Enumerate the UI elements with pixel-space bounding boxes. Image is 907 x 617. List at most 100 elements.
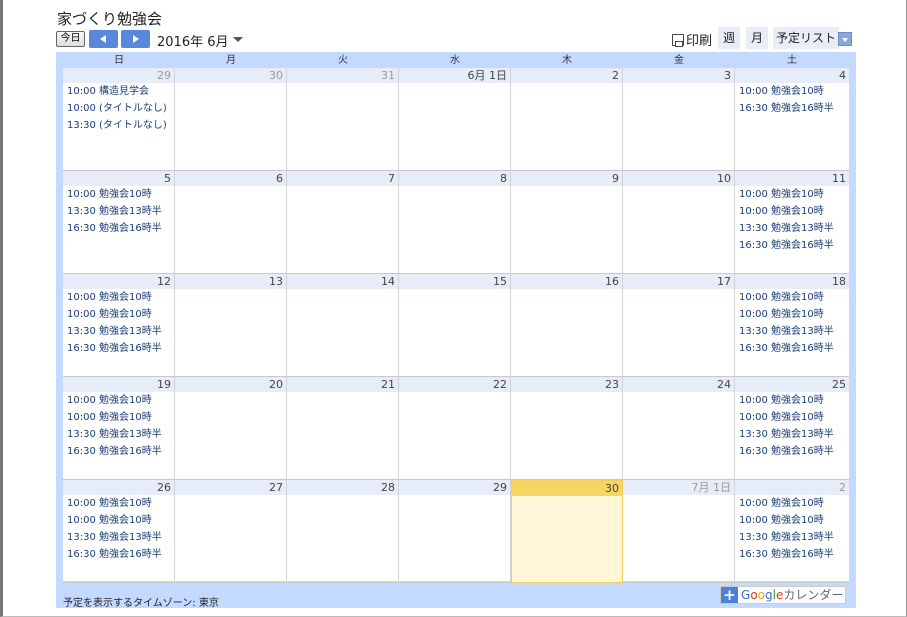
event-item[interactable]: 13:30 勉強会13時半: [735, 323, 849, 340]
event-item[interactable]: 13:30 勉強会13時半: [63, 203, 174, 220]
event-item[interactable]: 10:00 構造見学会: [63, 83, 174, 100]
event-item[interactable]: 10:00 勉強会10時: [735, 83, 849, 100]
day-cell[interactable]: 8: [399, 171, 511, 274]
day-cell[interactable]: 5 10:00 勉強会10時 13:30 勉強会13時半 16:30 勉強会16時半: [63, 171, 175, 274]
day-number[interactable]: 19: [63, 377, 174, 392]
day-number[interactable]: 6: [175, 171, 286, 186]
day-cell[interactable]: 16: [511, 274, 623, 377]
event-item[interactable]: 13:30 (タイトルなし): [63, 117, 174, 134]
event-item[interactable]: 10:00 勉強会10時: [63, 495, 174, 512]
view-week-tab[interactable]: 週: [718, 27, 740, 49]
event-item[interactable]: 13:30 勉強会13時半: [735, 220, 849, 237]
day-number[interactable]: 15: [399, 274, 510, 289]
day-number[interactable]: 26: [63, 480, 174, 495]
event-item[interactable]: 10:00 勉強会10時: [735, 289, 849, 306]
event-item[interactable]: 16:30 勉強会16時半: [735, 340, 849, 357]
event-item[interactable]: 16:30 勉強会16時半: [63, 340, 174, 357]
day-number[interactable]: 11: [735, 171, 849, 186]
day-number[interactable]: 23: [511, 377, 622, 392]
day-cell-today[interactable]: 30: [511, 480, 623, 583]
view-menu-dropdown-icon[interactable]: [838, 32, 852, 46]
day-cell[interactable]: 3: [623, 68, 735, 171]
day-cell[interactable]: 2: [511, 68, 623, 171]
day-number[interactable]: 27: [175, 480, 286, 495]
day-number[interactable]: 10: [623, 171, 734, 186]
day-cell[interactable]: 13: [175, 274, 287, 377]
today-button[interactable]: 今日: [56, 31, 85, 47]
day-cell[interactable]: 21: [287, 377, 399, 480]
event-item[interactable]: 10:00 勉強会10時: [63, 186, 174, 203]
day-number[interactable]: 14: [287, 274, 398, 289]
day-number[interactable]: 25: [735, 377, 849, 392]
day-cell[interactable]: 7月 1日: [623, 480, 735, 583]
day-number[interactable]: 28: [287, 480, 398, 495]
event-item[interactable]: 10:00 勉強会10時: [735, 392, 849, 409]
event-item[interactable]: 13:30 勉強会13時半: [735, 426, 849, 443]
view-month-tab[interactable]: 月: [746, 27, 768, 49]
day-number[interactable]: 24: [623, 377, 734, 392]
date-picker-caret-icon[interactable]: [233, 37, 243, 42]
day-cell[interactable]: 6: [175, 171, 287, 274]
event-item[interactable]: 16:30 勉強会16時半: [735, 546, 849, 563]
day-cell[interactable]: 22: [399, 377, 511, 480]
event-item[interactable]: 10:00 勉強会10時: [735, 495, 849, 512]
event-item[interactable]: 10:00 勉強会10時: [735, 409, 849, 426]
day-number[interactable]: 12: [63, 274, 174, 289]
event-item[interactable]: 10:00 勉強会10時: [63, 409, 174, 426]
day-number[interactable]: 8: [399, 171, 510, 186]
day-number[interactable]: 22: [399, 377, 510, 392]
day-cell[interactable]: 26 10:00 勉強会10時 10:00 勉強会10時 13:30 勉強会13時半 1…: [63, 480, 175, 583]
day-cell[interactable]: 20: [175, 377, 287, 480]
next-month-button[interactable]: [121, 30, 150, 48]
event-item[interactable]: 10:00 勉強会10時: [735, 512, 849, 529]
day-cell[interactable]: 27: [175, 480, 287, 583]
day-number[interactable]: 31: [287, 68, 398, 83]
event-item[interactable]: 16:30 勉強会16時半: [735, 100, 849, 117]
event-item[interactable]: 10:00 勉強会10時: [63, 512, 174, 529]
day-number[interactable]: 6月 1日: [399, 68, 510, 83]
day-number[interactable]: 29: [63, 68, 174, 83]
day-number[interactable]: 17: [623, 274, 734, 289]
day-number[interactable]: 5: [63, 171, 174, 186]
print-button[interactable]: 印刷: [672, 30, 712, 49]
event-item[interactable]: 10:00 勉強会10時: [63, 289, 174, 306]
event-item[interactable]: 10:00 勉強会10時: [735, 203, 849, 220]
day-cell[interactable]: 4 10:00 勉強会10時 16:30 勉強会16時半: [735, 68, 849, 171]
day-cell[interactable]: 29: [399, 480, 511, 583]
day-cell[interactable]: 10: [623, 171, 735, 274]
day-cell[interactable]: 19 10:00 勉強会10時 10:00 勉強会10時 13:30 勉強会13時半 1…: [63, 377, 175, 480]
day-number[interactable]: 30: [512, 481, 622, 496]
event-item[interactable]: 13:30 勉強会13時半: [63, 529, 174, 546]
day-number[interactable]: 4: [735, 68, 849, 83]
event-item[interactable]: 13:30 勉強会13時半: [63, 426, 174, 443]
day-number[interactable]: 2: [735, 480, 849, 495]
event-item[interactable]: 13:30 勉強会13時半: [63, 323, 174, 340]
view-agenda-tab[interactable]: 予定リスト: [773, 27, 839, 49]
day-number[interactable]: 30: [175, 68, 286, 83]
day-cell[interactable]: 23: [511, 377, 623, 480]
day-number[interactable]: 7月 1日: [623, 480, 734, 495]
day-number[interactable]: 18: [735, 274, 849, 289]
day-number[interactable]: 29: [399, 480, 510, 495]
day-cell[interactable]: 29 10:00 構造見学会 10:00 (タイトルなし) 13:30 (タイトルなし…: [63, 68, 175, 171]
day-number[interactable]: 2: [511, 68, 622, 83]
event-item[interactable]: 10:00 勉強会10時: [63, 306, 174, 323]
day-cell[interactable]: 2 10:00 勉強会10時 10:00 勉強会10時 13:30 勉強会13時半 16…: [735, 480, 849, 583]
day-cell[interactable]: 15: [399, 274, 511, 377]
event-item[interactable]: 10:00 勉強会10時: [63, 392, 174, 409]
day-cell[interactable]: 25 10:00 勉強会10時 10:00 勉強会10時 13:30 勉強会13時半 1…: [735, 377, 849, 480]
day-cell[interactable]: 14: [287, 274, 399, 377]
day-cell[interactable]: 17: [623, 274, 735, 377]
google-calendar-badge[interactable]: + Googleカレンダー: [720, 586, 846, 604]
event-item[interactable]: 10:00 勉強会10時: [735, 186, 849, 203]
day-cell[interactable]: 30: [175, 68, 287, 171]
event-item[interactable]: 10:00 勉強会10時: [735, 306, 849, 323]
prev-month-button[interactable]: [89, 30, 118, 48]
event-item[interactable]: 16:30 勉強会16時半: [63, 443, 174, 460]
event-item[interactable]: 16:30 勉強会16時半: [63, 220, 174, 237]
day-cell[interactable]: 11 10:00 勉強会10時 10:00 勉強会10時 13:30 勉強会13時半 1…: [735, 171, 849, 274]
day-cell[interactable]: 7: [287, 171, 399, 274]
day-cell[interactable]: 24: [623, 377, 735, 480]
day-cell[interactable]: 31: [287, 68, 399, 171]
day-number[interactable]: 16: [511, 274, 622, 289]
